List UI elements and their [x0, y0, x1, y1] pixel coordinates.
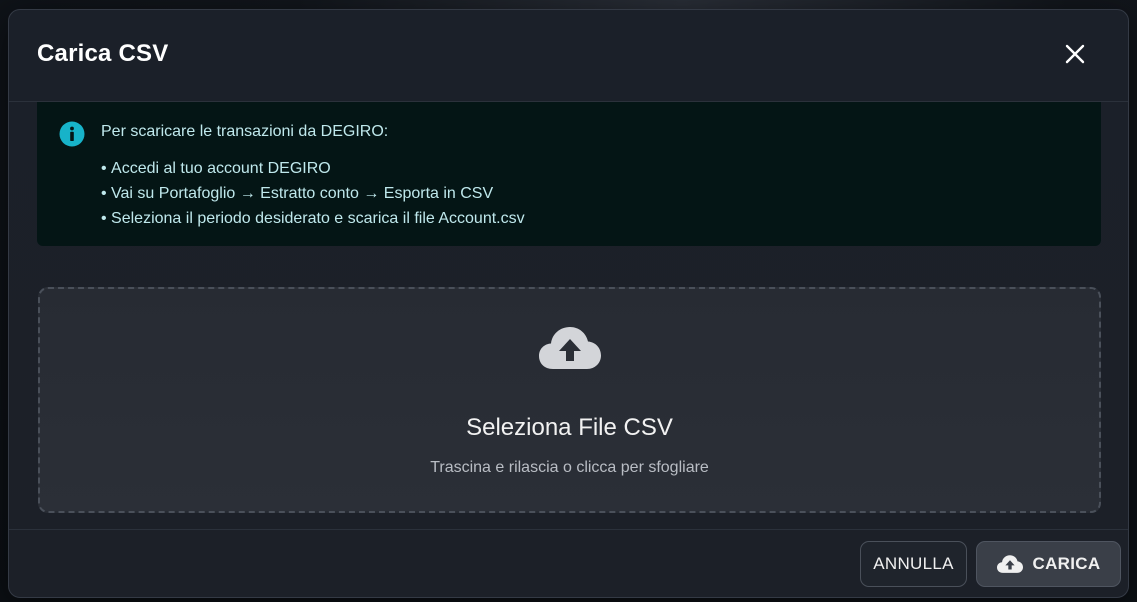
info-steps-list: Accedi al tuo account DEGIRO Vai su Port… [101, 156, 1079, 231]
cancel-button-label: ANNULLA [873, 554, 954, 573]
file-dropzone[interactable]: Seleziona File CSV Trascina e rilascia o… [38, 287, 1101, 513]
cloud-upload-icon [996, 554, 1023, 573]
close-icon [1065, 44, 1085, 64]
upload-csv-dialog: Carica CSV Per scaricare le transazioni … [8, 9, 1129, 598]
cloud-upload-icon [539, 327, 601, 369]
dialog-content: Per scaricare le transazioni da DEGIRO: … [9, 102, 1128, 529]
close-button[interactable] [1059, 38, 1091, 70]
info-heading: Per scaricare le transazioni da DEGIRO: [101, 123, 389, 140]
upload-button-label: CARICA [1032, 554, 1101, 573]
cancel-button[interactable]: ANNULLA [860, 541, 967, 587]
dropzone-title: Seleziona File CSV [466, 414, 673, 441]
info-step: Vai su Portafoglio → Estratto conto → Es… [101, 181, 1079, 206]
dialog-footer: ANNULLA CARICA [9, 529, 1128, 597]
info-alert: Per scaricare le transazioni da DEGIRO: … [37, 102, 1101, 246]
dialog-title: Carica CSV [37, 40, 169, 67]
dialog-header: Carica CSV [9, 10, 1128, 102]
upload-button[interactable]: CARICA [976, 541, 1121, 587]
info-icon [59, 121, 85, 147]
info-step: Accedi al tuo account DEGIRO [101, 156, 1079, 181]
info-step: Seleziona il periodo desiderato e scaric… [101, 206, 1079, 231]
dropzone-subtitle: Trascina e rilascia o clicca per sfoglia… [430, 459, 709, 476]
